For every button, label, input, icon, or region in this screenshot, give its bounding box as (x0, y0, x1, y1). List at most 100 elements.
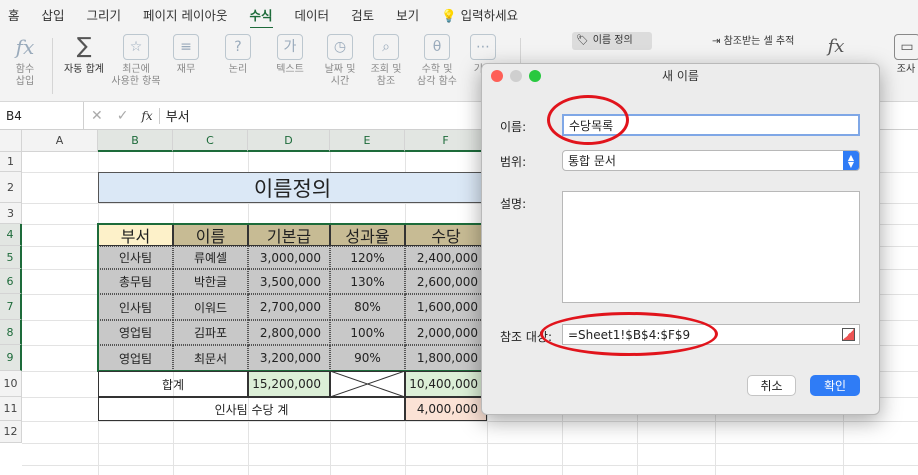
financial-button[interactable]: ≡ 재무 (168, 34, 204, 76)
tab-draw[interactable]: 그리기 (87, 5, 122, 24)
minimize-window-button[interactable] (510, 70, 522, 82)
total-allowance-cell[interactable]: 10,400,000 (405, 371, 487, 397)
row-header-7[interactable]: 7 (0, 294, 22, 320)
column-header-c[interactable]: C (173, 130, 248, 152)
column-header-d[interactable]: D (248, 130, 330, 152)
tab-insert[interactable]: 삽입 (42, 5, 65, 24)
column-header-b[interactable]: B (98, 130, 173, 152)
data-cell[interactable]: 2,400,000 (405, 246, 487, 269)
data-cell[interactable]: 인사팀 (98, 294, 173, 320)
tab-page-layout[interactable]: 페이지 레이아웃 (143, 5, 227, 24)
row-header-3[interactable]: 3 (0, 203, 22, 224)
cancel-icon[interactable]: ✕ (91, 108, 103, 124)
crossed-cell[interactable] (330, 371, 405, 397)
confirm-icon[interactable]: ✓ (117, 108, 129, 124)
data-cell[interactable]: 3,500,000 (248, 269, 330, 294)
tab-formulas[interactable]: 수식 (249, 5, 273, 30)
data-cell[interactable]: 2,800,000 (248, 320, 330, 345)
logical-button[interactable]: ? 논리 (220, 34, 256, 76)
row-header-2[interactable]: 2 (0, 172, 22, 203)
row-header-12[interactable]: 12 (0, 421, 22, 443)
dialog-titlebar: 새 이름 (482, 64, 879, 87)
row-header-11[interactable]: 11 (0, 397, 22, 421)
new-name-dialog: 새 이름 이름: 수당목록 범위: 통합 문서 ▲ ▼ 설명: 참조 대상: =S… (481, 63, 880, 415)
datetime-label: 날짜 및 시간 (324, 64, 356, 87)
data-cell[interactable]: 2,600,000 (405, 269, 487, 294)
data-cell[interactable]: 3,000,000 (248, 246, 330, 269)
data-cell[interactable]: 120% (330, 246, 405, 269)
row-header-10[interactable]: 10 (0, 371, 22, 397)
tab-review[interactable]: 검토 (351, 5, 374, 24)
sheet-title-cell[interactable]: 이름정의 (98, 172, 487, 203)
data-cell[interactable]: 최문서 (173, 345, 248, 371)
trace-precedents-button[interactable]: ⇥ 참조받는 셀 추적 (712, 36, 794, 48)
insert-function-icon[interactable]: fx (141, 109, 152, 123)
data-cell[interactable]: 류예셀 (173, 246, 248, 269)
header-cell[interactable]: 기본급 (248, 224, 330, 246)
scope-value: 통합 문서 (568, 154, 616, 168)
column-header-a[interactable]: A (22, 130, 98, 152)
data-cell[interactable]: 김파포 (173, 320, 248, 345)
ok-button[interactable]: 확인 (810, 375, 860, 396)
row-header-8[interactable]: 8 (0, 320, 22, 345)
data-cell[interactable]: 3,200,000 (248, 345, 330, 371)
data-cell[interactable]: 인사팀 (98, 246, 173, 269)
row-header-4[interactable]: 4 (0, 224, 22, 246)
select-all-corner[interactable] (0, 130, 22, 152)
data-cell[interactable]: 90% (330, 345, 405, 371)
math-button[interactable]: θ 수학 및 삼각 함수 (414, 34, 460, 88)
text-button[interactable]: 가 텍스트 (272, 34, 308, 76)
column-header-f[interactable]: F (405, 130, 487, 152)
name-box[interactable]: B4 (0, 102, 84, 129)
data-cell[interactable]: 80% (330, 294, 405, 320)
cancel-button[interactable]: 취소 (747, 375, 796, 396)
header-cell[interactable]: 이름 (173, 224, 248, 246)
insert-function-button[interactable]: fx 함수 삽입 (8, 34, 42, 88)
description-input[interactable] (562, 191, 860, 303)
data-cell[interactable]: 영업팀 (98, 320, 173, 345)
zoom-window-button[interactable] (529, 70, 541, 82)
header-cell[interactable]: 부서 (98, 224, 173, 246)
data-cell[interactable]: 2,000,000 (405, 320, 487, 345)
header-cell[interactable]: 수당 (405, 224, 487, 246)
column-header-e[interactable]: E (330, 130, 405, 152)
row-header-9[interactable]: 9 (0, 345, 22, 371)
dialog-title: 새 이름 (662, 69, 699, 83)
name-label: 이름: (500, 120, 527, 134)
data-cell[interactable]: 100% (330, 320, 405, 345)
row-header-6[interactable]: 6 (0, 269, 22, 294)
close-window-button[interactable] (491, 70, 503, 82)
data-cell[interactable]: 130% (330, 269, 405, 294)
total-base-cell[interactable]: 15,200,000 (248, 371, 330, 397)
autosum-button[interactable]: ∑ 자동 합계 (60, 34, 108, 76)
tab-view[interactable]: 보기 (396, 5, 419, 24)
menu-bar: 홈 삽입 그리기 페이지 레이아웃 수식 데이터 검토 보기 💡 입력하세요 (0, 0, 918, 30)
data-cell[interactable]: 박한글 (173, 269, 248, 294)
row-header-1[interactable]: 1 (0, 152, 22, 172)
data-cell[interactable]: 1,800,000 (405, 345, 487, 371)
formula-input[interactable]: 부서 (160, 106, 190, 125)
data-cell[interactable]: 이워드 (173, 294, 248, 320)
watch-icon: ▭ (894, 34, 918, 60)
row-header-5[interactable]: 5 (0, 246, 22, 269)
range-picker-icon[interactable] (842, 328, 855, 341)
lookup-button[interactable]: ⌕ 조회 및 참조 (366, 34, 406, 88)
data-cell[interactable]: 1,600,000 (405, 294, 487, 320)
tab-home[interactable]: 홈 (8, 5, 20, 24)
hr-total-cell[interactable]: 4,000,000 (405, 397, 487, 421)
hr-label-cell[interactable]: 인사팀 수당 계 (98, 397, 405, 421)
define-name-button[interactable]: 🏷 이름 정의 (572, 32, 652, 50)
fx-check-button[interactable]: fx (820, 34, 852, 64)
watch-button[interactable]: ▭ 조사 (894, 34, 918, 76)
tell-me-box[interactable]: 💡 입력하세요 (441, 5, 518, 24)
data-cell[interactable]: 총무팀 (98, 269, 173, 294)
data-cell[interactable]: 영업팀 (98, 345, 173, 371)
highlight-ellipse-ref (540, 312, 718, 356)
tab-data[interactable]: 데이터 (295, 5, 330, 24)
scope-select[interactable]: 통합 문서 ▲ ▼ (562, 150, 860, 171)
recent-button[interactable]: ☆ 최근에 사용한 항목 (110, 34, 162, 88)
total-label-cell[interactable]: 합계 (98, 371, 248, 397)
datetime-button[interactable]: ◷ 날짜 및 시간 (320, 34, 360, 88)
header-cell[interactable]: 성과율 (330, 224, 405, 246)
data-cell[interactable]: 2,700,000 (248, 294, 330, 320)
